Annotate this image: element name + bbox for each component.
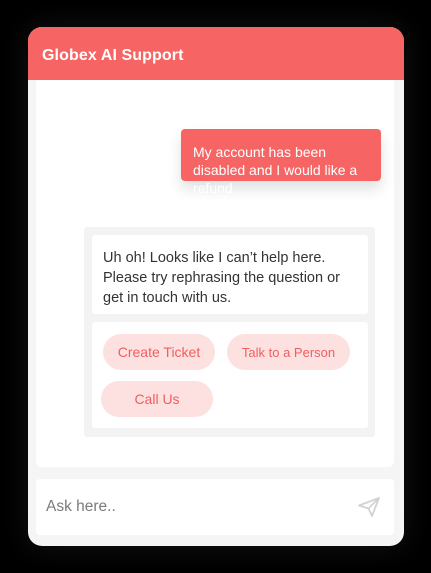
bot-response-panel: Uh oh! Looks like I can’t help here. Ple…	[84, 227, 375, 437]
user-message-bubble: My account has been disabled and I would…	[181, 129, 381, 196]
bot-message-bubble: Uh oh! Looks like I can’t help here. Ple…	[92, 235, 368, 314]
chat-widget: Globex AI Support My account has been di…	[28, 27, 404, 546]
ask-input[interactable]	[46, 489, 346, 525]
message-input-bar	[36, 479, 394, 535]
header-title: Globex AI Support	[42, 47, 184, 64]
call-us-button[interactable]: Call Us	[101, 381, 213, 417]
chat-messages: My account has been disabled and I would…	[36, 80, 394, 467]
chat-header: Globex AI Support	[28, 27, 404, 80]
send-icon[interactable]	[358, 497, 380, 517]
create-ticket-button[interactable]: Create Ticket	[103, 334, 215, 370]
talk-to-person-button[interactable]: Talk to a Person	[227, 334, 350, 370]
quick-reply-options: Create Ticket Talk to a Person Call Us	[92, 322, 368, 428]
